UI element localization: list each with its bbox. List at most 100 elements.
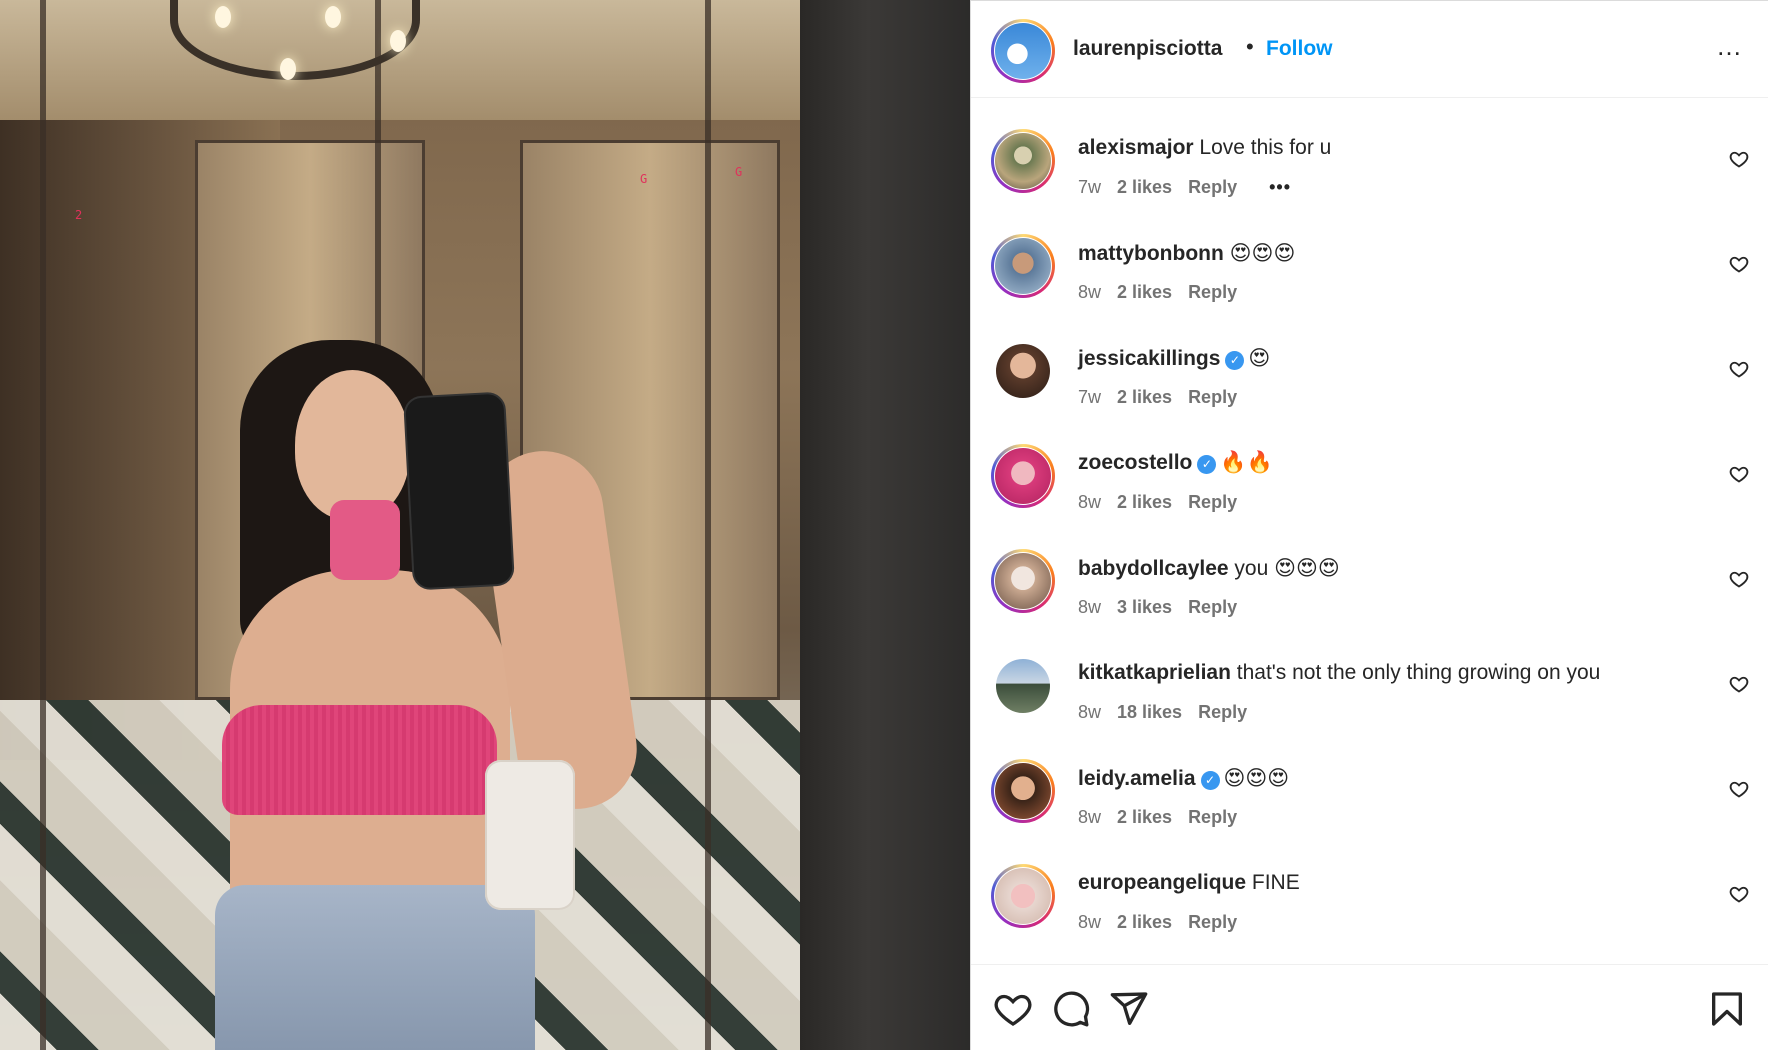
comment-likes[interactable]: 2 likes: [1117, 282, 1172, 302]
comment-meta: 7w 2 likes Reply: [1078, 387, 1253, 408]
comment-reply-button[interactable]: Reply: [1188, 492, 1237, 512]
photo-mirror-frame: [40, 0, 46, 1050]
comment-line: jessicakillings ✓ 😍: [1078, 346, 1270, 371]
comment-item: leidy.amelia ✓ 😍😍😍 8w 2 likes Reply: [971, 729, 1768, 834]
verified-badge-icon: ✓: [1225, 351, 1245, 370]
comment-age[interactable]: 8w: [1078, 282, 1101, 302]
photo-person-collar: [330, 500, 400, 580]
comment-line: alexismajor Love this for u: [1078, 136, 1331, 160]
commenter-avatar[interactable]: [991, 234, 1055, 298]
comment-like-heart-icon[interactable]: [1729, 569, 1749, 589]
comment-icon[interactable]: [1051, 989, 1091, 1029]
comment-age[interactable]: 8w: [1078, 702, 1101, 722]
comment-age[interactable]: 8w: [1078, 597, 1101, 617]
comment-text: that's not the only thing growing on you: [1236, 661, 1601, 684]
photo-light: [215, 6, 231, 28]
comment-username[interactable]: babydollcaylee: [1078, 557, 1229, 580]
comment-likes[interactable]: 2 likes: [1117, 177, 1172, 197]
comment-likes[interactable]: 2 likes: [1117, 807, 1172, 827]
commenter-avatar[interactable]: [991, 444, 1055, 508]
comment-reply-button[interactable]: Reply: [1198, 702, 1247, 722]
photo-person-jeans: [215, 885, 535, 1050]
comment-reply-button[interactable]: Reply: [1188, 912, 1237, 932]
comment-username[interactable]: mattybonbonn: [1078, 242, 1224, 265]
photo-wall: [800, 0, 970, 1050]
comment-reply-button[interactable]: Reply: [1188, 387, 1237, 407]
comment-text: FINE: [1251, 871, 1300, 894]
comment-age[interactable]: 8w: [1078, 807, 1101, 827]
comment-text: 🔥🔥: [1220, 451, 1273, 474]
comment-age[interactable]: 7w: [1078, 387, 1101, 407]
post-photo[interactable]: 2 G G: [0, 0, 970, 1050]
comment-username[interactable]: europeangelique: [1078, 871, 1246, 894]
comment-item: europeangelique FINE 8w 2 likes Reply: [971, 834, 1768, 939]
commenter-avatar[interactable]: [996, 659, 1050, 713]
comment-line: babydollcaylee you 😍😍😍: [1078, 556, 1340, 581]
comment-list[interactable]: alexismajor Love this for u 7w 2 likes Rep…: [971, 99, 1768, 963]
verified-badge-icon: ✓: [1197, 455, 1217, 474]
comment-reply-button[interactable]: Reply: [1188, 177, 1237, 197]
post-header: laurenpisciotta • Follow …: [971, 1, 1768, 98]
comment-reply-button[interactable]: Reply: [1188, 597, 1237, 617]
comment-line: zoecostello ✓ 🔥🔥: [1078, 451, 1273, 475]
follow-button[interactable]: Follow: [1266, 37, 1333, 61]
comment-age[interactable]: 8w: [1078, 492, 1101, 512]
comment-age[interactable]: 7w: [1078, 177, 1101, 197]
commenter-avatar[interactable]: [991, 549, 1055, 613]
comment-item: zoecostello ✓ 🔥🔥 8w 2 likes Reply: [971, 414, 1768, 519]
post-side-panel: laurenpisciotta • Follow … alexismajor L…: [970, 0, 1768, 1050]
commenter-avatar[interactable]: [996, 344, 1050, 398]
heart-icon[interactable]: [993, 989, 1033, 1029]
photo-light: [280, 58, 296, 80]
comment-item: babydollcaylee you 😍😍😍 8w 3 likes Reply: [971, 519, 1768, 624]
post-actions-bar: [971, 964, 1768, 1050]
comment-item: alexismajor Love this for u 7w 2 likes Rep…: [971, 99, 1768, 204]
comment-meta: 8w 3 likes Reply: [1078, 597, 1253, 618]
photo-light: [390, 30, 406, 52]
comment-likes[interactable]: 2 likes: [1117, 492, 1172, 512]
comment-username[interactable]: leidy.amelia: [1078, 767, 1196, 790]
comment-line: kitkatkaprielian that's not the only thi…: [1078, 661, 1600, 685]
comment-text: 😍😍😍: [1223, 767, 1290, 790]
comment-username[interactable]: jessicakillings: [1078, 347, 1220, 370]
photo-floor-indicator: G: [735, 165, 743, 179]
header-separator: •: [1246, 34, 1254, 59]
comment-text: 😍: [1248, 347, 1271, 370]
comment-username[interactable]: zoecostello: [1078, 451, 1192, 474]
more-options-icon[interactable]: …: [1716, 31, 1743, 62]
share-icon[interactable]: [1109, 989, 1149, 1029]
comment-like-heart-icon[interactable]: [1729, 674, 1749, 694]
comment-text: 😍😍😍: [1229, 242, 1296, 265]
bookmark-icon[interactable]: [1707, 989, 1747, 1029]
commenter-avatar[interactable]: [991, 129, 1055, 193]
comment-meta: 8w 2 likes Reply: [1078, 912, 1253, 933]
photo-person-face: [295, 370, 410, 520]
comment-like-heart-icon[interactable]: [1729, 254, 1749, 274]
comment-likes[interactable]: 2 likes: [1117, 387, 1172, 407]
owner-username[interactable]: laurenpisciotta: [1073, 37, 1222, 61]
comment-text: Love this for u: [1199, 136, 1332, 159]
comment-likes[interactable]: 3 likes: [1117, 597, 1172, 617]
comment-like-heart-icon[interactable]: [1729, 779, 1749, 799]
comment-age[interactable]: 8w: [1078, 912, 1101, 932]
comment-like-heart-icon[interactable]: [1729, 149, 1749, 169]
comment-like-heart-icon[interactable]: [1729, 359, 1749, 379]
comment-likes[interactable]: 2 likes: [1117, 912, 1172, 932]
comment-more-icon[interactable]: •••: [1269, 177, 1291, 197]
owner-avatar[interactable]: [991, 19, 1055, 83]
comment-meta: 8w 2 likes Reply: [1078, 282, 1253, 303]
comment-username[interactable]: alexismajor: [1078, 136, 1194, 159]
comment-meta: 8w 18 likes Reply: [1078, 702, 1263, 723]
comment-username[interactable]: kitkatkaprielian: [1078, 661, 1231, 684]
comment-line: europeangelique FINE: [1078, 871, 1300, 895]
commenter-avatar[interactable]: [991, 759, 1055, 823]
comment-like-heart-icon[interactable]: [1729, 464, 1749, 484]
commenter-avatar[interactable]: [991, 864, 1055, 928]
comment-line: mattybonbonn 😍😍😍: [1078, 241, 1295, 266]
comment-reply-button[interactable]: Reply: [1188, 282, 1237, 302]
comment-likes[interactable]: 18 likes: [1117, 702, 1182, 722]
comment-reply-button[interactable]: Reply: [1188, 807, 1237, 827]
comment-like-heart-icon[interactable]: [1729, 884, 1749, 904]
photo-phone: [405, 393, 513, 589]
photo-mirror-frame: [705, 0, 711, 1050]
